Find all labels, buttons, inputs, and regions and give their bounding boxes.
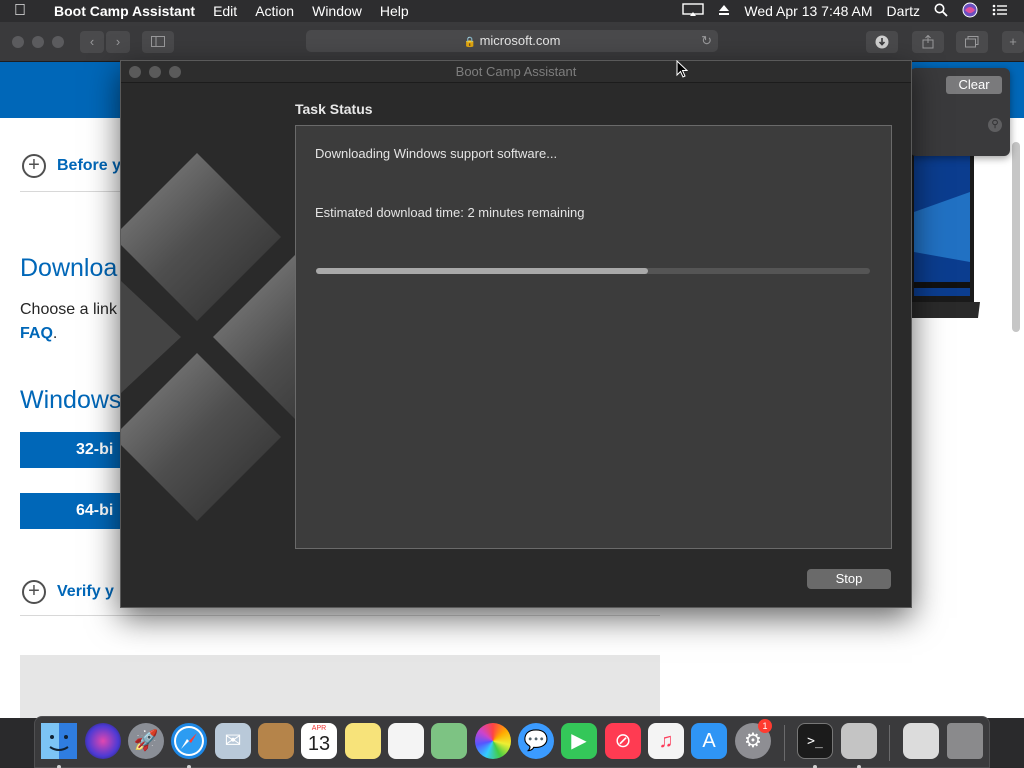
calendar-icon[interactable]: APR 13 <box>301 723 337 759</box>
dock: 🚀 ✉ APR 13 💬 ▶ ⊘ ♫ A ⚙ 1 >_ <box>34 716 990 768</box>
contacts-icon[interactable] <box>258 723 294 759</box>
dock-separator <box>784 725 785 761</box>
content-placeholder-box <box>20 655 660 718</box>
menu-window[interactable]: Window <box>312 3 362 19</box>
address-text: microsoft.com <box>479 33 561 48</box>
trash-icon[interactable] <box>947 723 983 759</box>
mouse-cursor-icon <box>676 60 688 78</box>
menubar-clock[interactable]: Wed Apr 13 7:48 AM <box>744 3 872 19</box>
forward-button[interactable]: › <box>106 31 130 53</box>
boot-camp-window: Boot Camp Assistant Task Status Download… <box>120 60 912 608</box>
downloads-button[interactable] <box>866 31 898 53</box>
mail-icon[interactable]: ✉ <box>215 723 251 759</box>
sidebar-toggle-button[interactable] <box>142 31 174 53</box>
safari-zoom-button[interactable] <box>52 36 64 48</box>
photos-icon[interactable] <box>475 723 511 759</box>
chevron-left-icon: ‹ <box>89 34 95 49</box>
task-status-panel: Downloading Windows support software... … <box>295 125 892 549</box>
back-button[interactable]: ‹ <box>80 31 104 53</box>
menu-bar:  Boot Camp Assistant Edit Action Window… <box>0 0 1024 22</box>
calendar-day: 13 <box>307 733 331 755</box>
task-status-label: Task Status <box>295 101 373 117</box>
launchpad-icon[interactable]: 🚀 <box>128 723 164 759</box>
music-icon[interactable]: ♫ <box>648 723 684 759</box>
magnifier-icon[interactable]: ⚲ <box>988 118 1002 132</box>
download-progress-fill <box>316 268 649 274</box>
section-verify-link[interactable]: Verify y <box>57 583 114 601</box>
spotlight-search-icon[interactable] <box>934 3 948 20</box>
tabs-overview-button[interactable] <box>956 31 988 53</box>
faq-line: FAQ. <box>20 325 57 343</box>
section-before-link[interactable]: Before y <box>57 157 121 175</box>
window-titlebar: Boot Camp Assistant <box>121 61 911 83</box>
menu-edit[interactable]: Edit <box>213 3 237 19</box>
eject-icon[interactable] <box>718 3 730 19</box>
clear-downloads-button[interactable]: Clear <box>946 76 1002 94</box>
siri-icon[interactable] <box>85 723 121 759</box>
app-menu[interactable]: Boot Camp Assistant <box>54 3 195 19</box>
app-store-icon[interactable]: A <box>691 723 727 759</box>
notes-icon[interactable] <box>345 723 381 759</box>
disk-utility-icon[interactable] <box>841 723 877 759</box>
downloads-stack-icon[interactable] <box>903 723 939 759</box>
faq-link[interactable]: FAQ <box>20 325 53 342</box>
share-icon <box>922 34 934 49</box>
news-icon[interactable]: ⊘ <box>605 723 641 759</box>
menubar-user[interactable]: Dartz <box>887 3 920 19</box>
windows-laptop-image <box>900 152 980 318</box>
chevron-right-icon: › <box>115 34 121 49</box>
reminders-icon[interactable] <box>388 723 424 759</box>
downloads-popover: Clear ⚲ <box>910 68 1010 156</box>
download-heading: Downloa <box>20 254 118 282</box>
facetime-icon[interactable]: ▶ <box>561 723 597 759</box>
stop-button[interactable]: Stop <box>807 569 891 589</box>
choose-link-text: Choose a link <box>20 301 117 318</box>
divider <box>20 191 130 192</box>
reload-icon[interactable]: ↻ <box>701 30 712 52</box>
status-message: Downloading Windows support software... <box>315 146 558 161</box>
expand-plus-icon[interactable]: + <box>22 580 46 604</box>
safari-icon[interactable] <box>171 723 207 759</box>
plus-icon: + <box>1009 34 1017 49</box>
share-button[interactable] <box>912 31 944 53</box>
safari-minimize-button[interactable] <box>32 36 44 48</box>
dock-separator <box>889 725 890 761</box>
notification-center-icon[interactable] <box>992 3 1008 19</box>
expand-plus-icon[interactable]: + <box>22 154 46 178</box>
menu-action[interactable]: Action <box>255 3 294 19</box>
menu-help[interactable]: Help <box>380 3 409 19</box>
tabs-icon <box>965 36 979 48</box>
divider <box>20 615 660 616</box>
notification-badge: 1 <box>758 719 772 733</box>
sidebar-icon <box>151 36 165 47</box>
apple-menu-icon[interactable]:  <box>0 2 40 20</box>
siri-menubar-icon[interactable] <box>962 2 978 21</box>
window-title: Boot Camp Assistant <box>455 64 577 79</box>
safari-close-button[interactable] <box>12 36 24 48</box>
lock-icon: 🔒 <box>463 37 476 48</box>
maps-icon[interactable] <box>431 723 467 759</box>
terminal-icon[interactable]: >_ <box>797 723 833 759</box>
faq-period: . <box>52 325 58 342</box>
download-progress-bar <box>316 268 870 274</box>
finder-icon[interactable] <box>41 723 77 759</box>
page-scrollbar[interactable] <box>1012 142 1020 332</box>
new-tab-button[interactable]: + <box>1002 31 1024 53</box>
messages-icon[interactable]: 💬 <box>518 723 554 759</box>
download-arrow-icon <box>875 35 889 49</box>
address-bar[interactable]: 🔒 microsoft.com ↻ <box>306 30 718 52</box>
airplay-display-icon[interactable] <box>682 2 705 20</box>
windows-heading: Windows <box>20 386 122 414</box>
eta-message: Estimated download time: 2 minutes remai… <box>315 205 585 220</box>
